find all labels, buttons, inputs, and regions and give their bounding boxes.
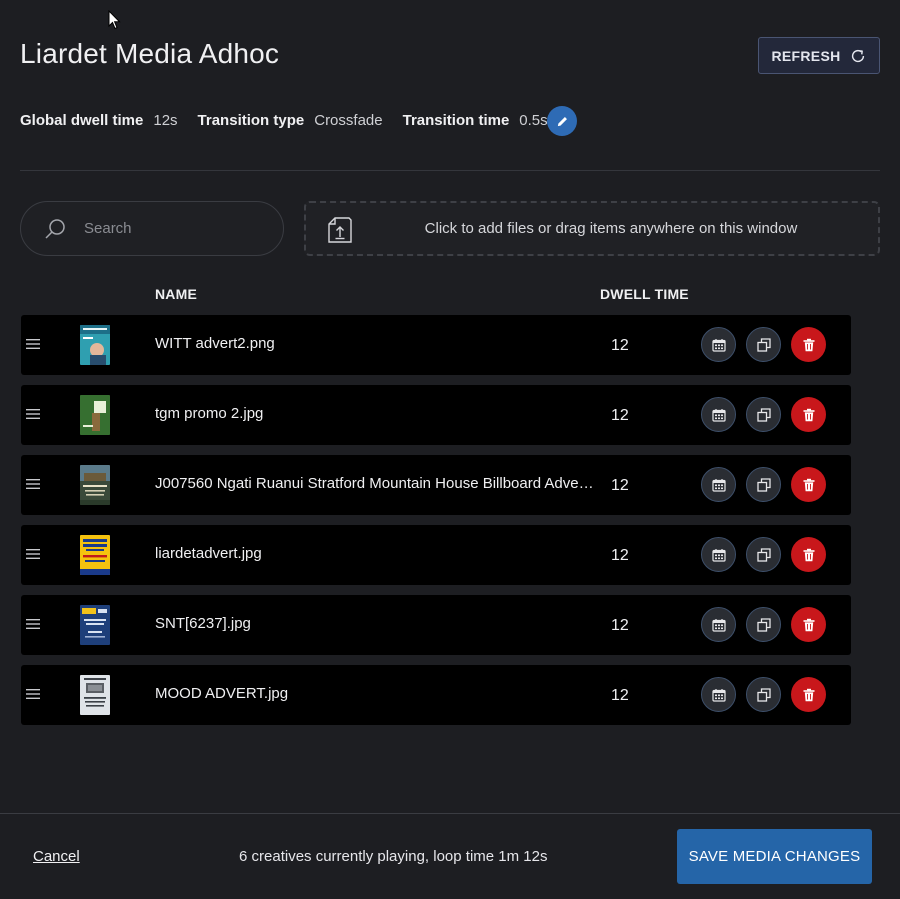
- media-name: liardetadvert.jpg: [155, 545, 262, 562]
- trash-icon: [803, 688, 814, 701]
- delete-button[interactable]: [791, 467, 826, 502]
- media-name: J007560 Ngati Ruanui Stratford Mountain …: [155, 475, 595, 492]
- calendar-icon: [711, 618, 726, 632]
- delete-button[interactable]: [791, 397, 826, 432]
- refresh-label: REFRESH: [771, 47, 841, 64]
- drag-handle-icon[interactable]: [26, 688, 40, 700]
- duplicate-button[interactable]: [746, 397, 781, 432]
- schedule-button[interactable]: [701, 607, 736, 642]
- calendar-icon: [711, 408, 726, 422]
- duplicate-button[interactable]: [746, 467, 781, 502]
- file-dropzone[interactable]: Click to add files or drag items anywher…: [304, 201, 880, 256]
- drag-handle-icon[interactable]: [26, 338, 40, 350]
- calendar-icon: [711, 548, 726, 562]
- refresh-icon: [851, 49, 864, 62]
- table-row[interactable]: SNT[6237].jpg 12: [21, 595, 851, 655]
- transition-time-value: 0.5s: [519, 111, 548, 129]
- delete-button[interactable]: [791, 537, 826, 572]
- drag-handle-icon[interactable]: [26, 408, 40, 420]
- drag-handle-icon[interactable]: [26, 618, 40, 630]
- duplicate-button[interactable]: [746, 537, 781, 572]
- media-thumbnail: [80, 675, 110, 715]
- table-row[interactable]: MOOD ADVERT.jpg 12: [21, 665, 851, 725]
- dwell-time-value: 12s: [153, 111, 178, 129]
- transition-time-label: Transition time: [402, 111, 510, 129]
- media-thumbnail: [80, 325, 110, 365]
- search-icon: [45, 218, 65, 239]
- column-header-name: NAME: [155, 286, 198, 302]
- duplicate-icon: [756, 477, 771, 492]
- dropzone-text: Click to add files or drag items anywher…: [424, 220, 798, 237]
- media-dwell-time[interactable]: 12: [611, 547, 629, 565]
- search-box[interactable]: [20, 201, 284, 256]
- schedule-button[interactable]: [701, 677, 736, 712]
- cancel-link[interactable]: Cancel: [33, 848, 80, 865]
- edit-settings-button[interactable]: [547, 106, 577, 136]
- transition-type-value: Crossfade: [314, 111, 383, 129]
- delete-button[interactable]: [791, 327, 826, 362]
- page-title: Liardet Media Adhoc: [20, 38, 280, 69]
- media-thumbnail: [80, 605, 110, 645]
- media-name: SNT[6237].jpg: [155, 615, 251, 632]
- media-thumbnail: [80, 395, 110, 435]
- drag-handle-icon[interactable]: [26, 548, 40, 560]
- dwell-time-label: Global dwell time: [20, 111, 144, 129]
- duplicate-button[interactable]: [746, 607, 781, 642]
- footer-divider: [0, 813, 900, 814]
- duplicate-icon: [756, 337, 771, 352]
- mouse-pointer-icon: [108, 10, 121, 30]
- duplicate-icon: [756, 617, 771, 632]
- calendar-icon: [711, 338, 726, 352]
- media-dwell-time[interactable]: 12: [611, 337, 629, 355]
- transition-type-label: Transition type: [197, 111, 305, 129]
- delete-button[interactable]: [791, 677, 826, 712]
- table-row[interactable]: tgm promo 2.jpg 12: [21, 385, 851, 445]
- duplicate-icon: [756, 687, 771, 702]
- calendar-icon: [711, 478, 726, 492]
- calendar-icon: [711, 688, 726, 702]
- global-settings: Global dwell time 12s Transition type Cr…: [20, 108, 568, 132]
- schedule-button[interactable]: [701, 537, 736, 572]
- duplicate-button[interactable]: [746, 327, 781, 362]
- schedule-button[interactable]: [701, 397, 736, 432]
- schedule-button[interactable]: [701, 467, 736, 502]
- table-row[interactable]: J007560 Ngati Ruanui Stratford Mountain …: [21, 455, 851, 515]
- search-input[interactable]: [84, 220, 254, 237]
- media-dwell-time[interactable]: 12: [611, 687, 629, 705]
- media-dwell-time[interactable]: 12: [611, 477, 629, 495]
- schedule-button[interactable]: [701, 327, 736, 362]
- pencil-icon: [557, 116, 567, 126]
- duplicate-icon: [756, 407, 771, 422]
- duplicate-icon: [756, 547, 771, 562]
- trash-icon: [803, 548, 814, 561]
- trash-icon: [803, 408, 814, 421]
- media-dwell-time[interactable]: 12: [611, 617, 629, 635]
- duplicate-button[interactable]: [746, 677, 781, 712]
- trash-icon: [803, 338, 814, 351]
- media-thumbnail: [80, 535, 110, 575]
- media-name: tgm promo 2.jpg: [155, 405, 264, 422]
- save-media-changes-button[interactable]: SAVE MEDIA CHANGES: [677, 829, 872, 884]
- playback-status: 6 creatives currently playing, loop time…: [239, 848, 548, 865]
- media-thumbnail: [80, 465, 110, 505]
- drag-handle-icon[interactable]: [26, 478, 40, 490]
- divider: [20, 170, 880, 171]
- trash-icon: [803, 478, 814, 491]
- media-name: WITT advert2.png: [155, 335, 275, 352]
- upload-file-icon: [328, 217, 352, 243]
- refresh-button[interactable]: REFRESH: [758, 37, 880, 74]
- delete-button[interactable]: [791, 607, 826, 642]
- trash-icon: [803, 618, 814, 631]
- media-name: MOOD ADVERT.jpg: [155, 685, 289, 702]
- table-row[interactable]: WITT advert2.png 12: [21, 315, 851, 375]
- column-header-dwell-time: DWELL TIME: [600, 286, 689, 302]
- table-row[interactable]: liardetadvert.jpg 12: [21, 525, 851, 585]
- media-dwell-time[interactable]: 12: [611, 407, 629, 425]
